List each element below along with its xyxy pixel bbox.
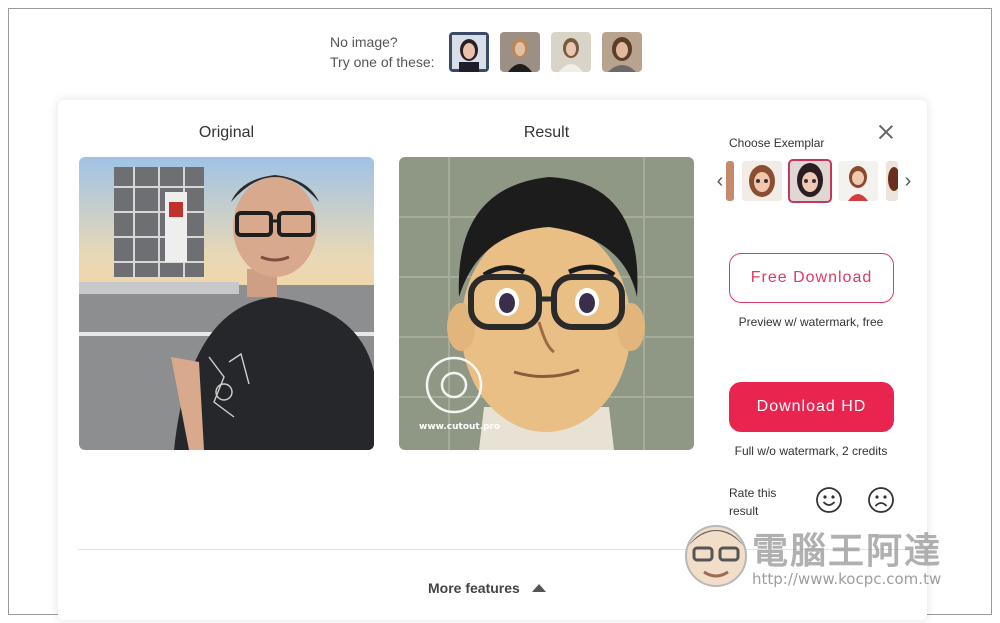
close-icon[interactable] [876,122,896,142]
watermark-chinese-text: 電腦王阿達 [752,531,943,572]
sample-prompt-line2: Try one of these: [330,54,435,70]
download-hd-button[interactable]: Download HD [729,382,894,432]
site-watermark: 電腦王阿達 http://www.kocpc.com.tw [680,512,970,594]
result-title: Result [523,124,570,141]
exemplar-title: Choose Exemplar [729,136,825,150]
exemplar-thumb-1[interactable] [742,161,782,201]
original-image [79,157,374,450]
frown-icon[interactable] [867,486,895,514]
sample-images-prompt: No image? Try one of these: [330,32,435,72]
result-image: www.cutout.pro [399,157,694,450]
triangle-up-icon [531,584,546,592]
more-features-label: More features [428,580,520,596]
sample-thumb-4[interactable] [601,32,642,72]
exemplar-thumb-partial-right[interactable] [886,161,898,201]
watermark-mascot-icon [685,525,747,587]
exemplar-thumb-3[interactable] [838,161,878,201]
chevron-right-icon[interactable]: › [902,170,914,192]
free-download-button[interactable]: Free Download [729,253,894,303]
exemplar-carousel: ‹ › [714,159,914,203]
smile-icon[interactable] [815,486,843,514]
free-download-note: Preview w/ watermark, free [738,315,884,329]
sample-thumb-1[interactable] [448,32,489,72]
sample-prompt-line1: No image? [330,34,398,50]
result-watermark-text: www.cutout.pro [419,422,500,432]
exemplar-thumb-partial-left[interactable] [726,161,734,201]
more-features-toggle[interactable]: More features [428,580,546,596]
download-hd-note: Full w/o watermark, 2 credits [734,444,888,458]
sample-images-row: No image? Try one of these: [330,32,653,72]
sample-thumb-3[interactable] [550,32,591,72]
exemplar-thumb-2-selected[interactable] [788,159,832,203]
original-title: Original [198,124,255,141]
watermark-url: http://www.kocpc.com.tw [752,570,942,588]
sample-thumb-2[interactable] [499,32,540,72]
chevron-left-icon[interactable]: ‹ [714,170,726,192]
